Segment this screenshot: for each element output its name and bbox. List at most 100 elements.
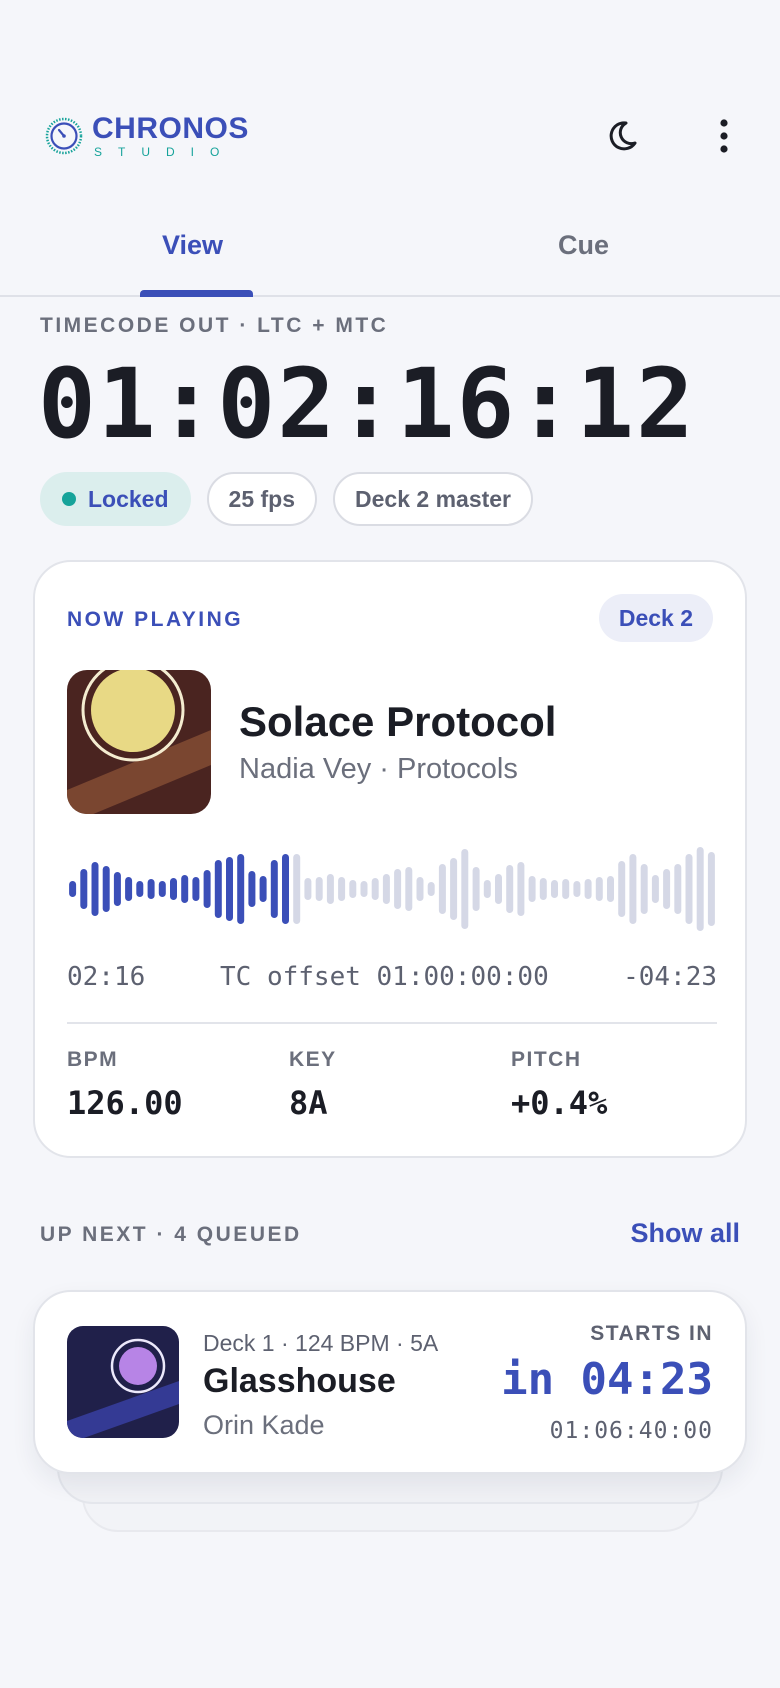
waveform-bar <box>293 854 301 924</box>
waveform-bar <box>282 854 289 924</box>
waveform-bar <box>203 870 211 908</box>
more-menu-button[interactable] <box>700 112 748 160</box>
tab-view[interactable]: View <box>162 230 223 261</box>
clock-logo-icon <box>45 117 83 155</box>
kebab-menu-icon <box>720 119 728 153</box>
stats-divider <box>67 1022 717 1024</box>
bpm-value: 126.00 <box>67 1084 183 1122</box>
waveform-bar <box>674 864 682 914</box>
waveform-bar <box>259 876 267 902</box>
app-subtitle: STUDIO <box>94 145 236 159</box>
waveform-bar <box>640 864 648 914</box>
waveform-bar <box>618 861 626 917</box>
album-art-image <box>67 670 211 814</box>
waveform-bar <box>651 875 659 903</box>
now-playing-label: NOW PLAYING <box>67 608 244 631</box>
waveform-bar <box>551 880 558 898</box>
waveform-bar <box>113 872 121 906</box>
waveform-bar <box>562 879 570 899</box>
waveform-bar <box>394 869 402 909</box>
waveform-bar <box>450 858 458 920</box>
waveform-bar <box>685 854 693 924</box>
waveform-bar <box>237 854 245 924</box>
waveform-bar <box>192 877 200 901</box>
waveform-bar <box>315 877 323 901</box>
waveform-bar <box>696 847 704 931</box>
queue-item-card[interactable]: Deck 1 · 124 BPM · 5A Glasshouse Orin Ka… <box>33 1290 747 1474</box>
waveform-bar <box>360 881 368 897</box>
waveform-bar <box>539 878 547 900</box>
app-header: CHRONOS STUDIO <box>0 0 780 205</box>
status-chips: Locked 25 fps Deck 2 master <box>40 472 534 526</box>
waveform-bar <box>483 880 491 898</box>
waveform-bar <box>338 877 346 901</box>
app-logo: CHRONOS STUDIO <box>44 114 249 158</box>
bpm-label: BPM <box>67 1048 119 1071</box>
waveform-bar <box>472 867 480 911</box>
up-next-label: UP NEXT · 4 QUEUED <box>40 1223 302 1246</box>
album-art-image <box>67 1326 179 1438</box>
waveform-bar <box>270 860 278 918</box>
moon-icon <box>609 121 637 151</box>
waveform-bar <box>416 877 424 901</box>
waveform-bar <box>349 880 357 898</box>
waveform-bar <box>629 854 637 924</box>
active-tab-indicator <box>140 290 253 297</box>
stat-key: KEY 8A <box>289 1048 337 1122</box>
waveform-bar <box>517 862 525 916</box>
track-title: Solace Protocol <box>239 698 557 745</box>
waveform-bar <box>438 864 446 914</box>
waveform-bar <box>663 869 671 909</box>
waveform-bar <box>707 852 715 926</box>
theme-toggle-button[interactable] <box>597 112 645 160</box>
waveform-bar <box>69 881 77 897</box>
waveform-bar <box>136 881 144 897</box>
pitch-value: +0.4% <box>511 1084 608 1122</box>
waveform-bar <box>607 876 614 902</box>
stat-pitch: PITCH +0.4% <box>511 1048 607 1122</box>
waveform-bar <box>248 871 256 907</box>
queue-item-timecode: 01:06:40:00 <box>549 1418 713 1444</box>
starts-in-value: in 04:23 <box>501 1354 713 1405</box>
tab-cue[interactable]: Cue <box>558 230 609 261</box>
timecode-label: TIMECODE OUT · LTC + MTC <box>40 314 389 337</box>
waveform-bar <box>382 874 390 904</box>
locked-dot-icon <box>62 492 76 506</box>
show-all-link[interactable]: Show all <box>630 1218 740 1249</box>
waveform-bar <box>214 860 222 918</box>
locked-label: Locked <box>88 485 169 512</box>
queue-item-artist: Orin Kade <box>203 1410 325 1440</box>
tab-bar: View Cue <box>0 212 780 297</box>
waveform-bar <box>125 877 133 901</box>
waveform-bar <box>326 874 334 904</box>
key-label: KEY <box>289 1048 337 1071</box>
queue-item-meta: Deck 1 · 124 BPM · 5A <box>203 1330 439 1356</box>
deck-badge: Deck 2 <box>598 594 713 642</box>
now-playing-card: NOW PLAYING Deck 2 Solace Protocol Nadia… <box>33 560 747 1158</box>
waveform-bar <box>170 878 177 900</box>
now-playing-artwork <box>67 670 211 814</box>
locked-status-chip: Locked <box>40 472 191 526</box>
waveform-bar <box>158 881 166 897</box>
waveform-bar <box>371 878 379 900</box>
timecode-display: 01:02:16:12 <box>38 348 696 460</box>
waveform-bar <box>405 867 413 911</box>
key-value: 8A <box>289 1084 328 1122</box>
stat-bpm: BPM 126.00 <box>67 1048 183 1122</box>
elapsed-time: 02:16 <box>67 962 146 992</box>
waveform-bar <box>304 878 312 900</box>
waveform-bar <box>595 877 603 901</box>
queue-item-title: Glasshouse <box>203 1362 396 1400</box>
starts-in-label: STARTS IN <box>590 1322 713 1345</box>
waveform-bar <box>573 881 581 897</box>
waveform-bar <box>80 869 88 909</box>
waveform-bar <box>102 866 110 912</box>
waveform-bar <box>461 849 469 929</box>
waveform-bar <box>528 876 536 902</box>
master-deck-chip: Deck 2 master <box>333 472 534 526</box>
waveform-scrubber[interactable] <box>67 844 717 934</box>
tc-offset: TC offset 01:00:00:00 <box>220 962 549 992</box>
waveform-bar <box>181 875 189 903</box>
waveform-bar <box>226 857 233 921</box>
waveform-bar <box>147 879 155 899</box>
